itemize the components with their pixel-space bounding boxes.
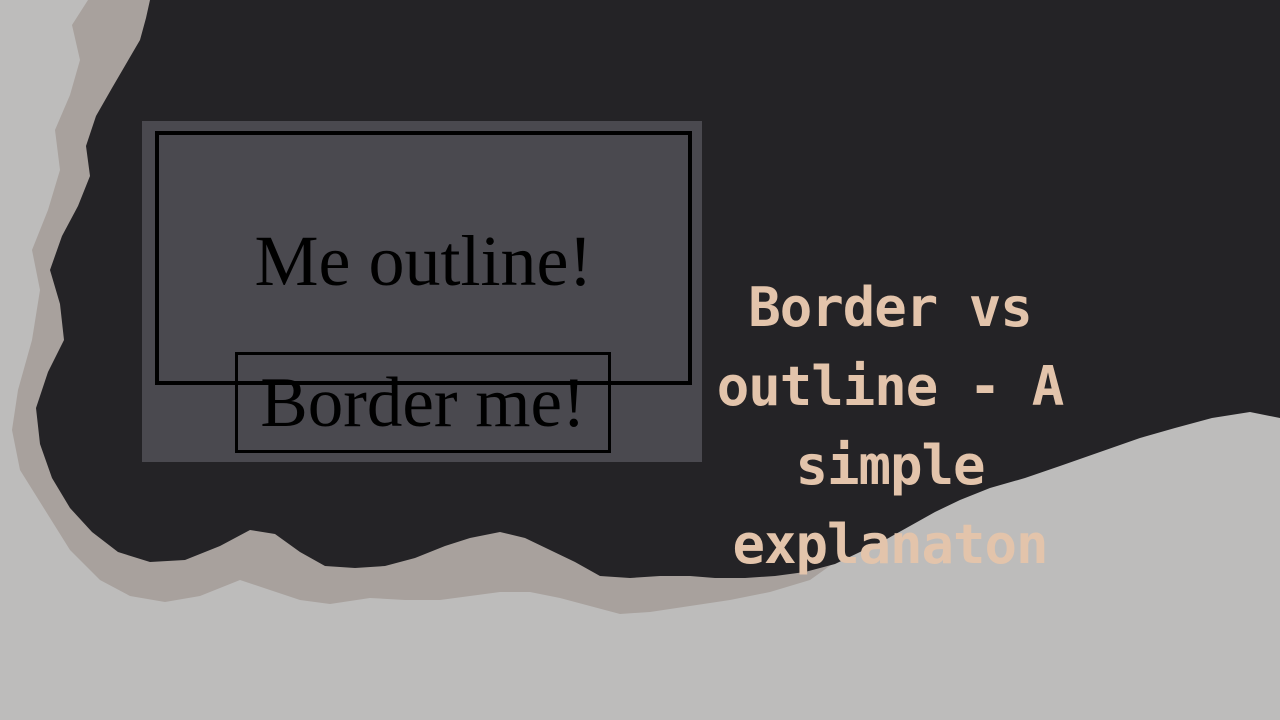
outline-demo-label: Me outline! xyxy=(254,221,593,301)
border-demo-box: Border me! xyxy=(235,352,611,453)
title-line: outline - A xyxy=(716,355,1065,418)
outline-demo-box: Me outline! xyxy=(155,131,692,385)
article-title: Border vs outline - A simple explanaton xyxy=(700,268,1080,584)
thumbnail-canvas: Me outline! Border me! Border vs outline… xyxy=(0,0,1280,720)
title-line: explanaton xyxy=(732,513,1048,576)
title-line: Border vs xyxy=(748,276,1033,339)
border-demo-label: Border me! xyxy=(260,364,586,442)
title-line: simple xyxy=(795,434,985,497)
